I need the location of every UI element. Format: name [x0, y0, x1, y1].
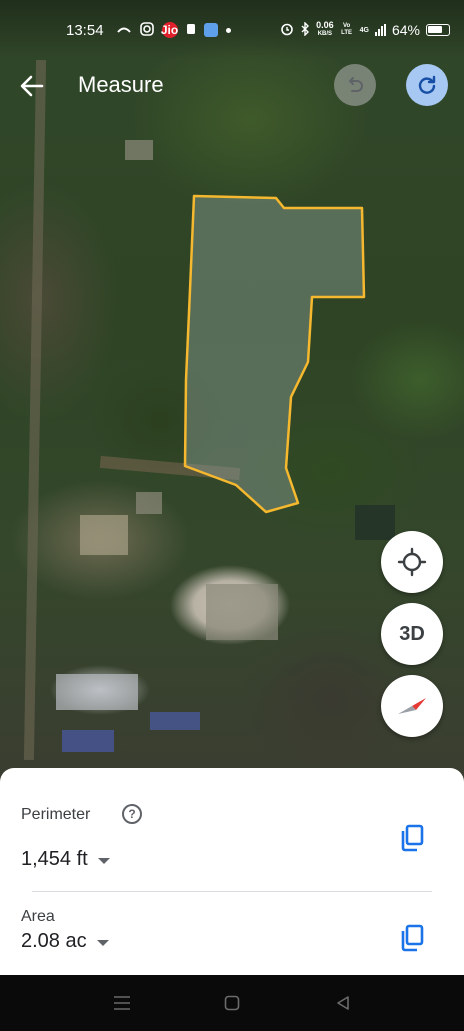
status-bar: 13:54 Jio 0.06 KB/S Vo LTE 4G 64% [0, 0, 464, 60]
net-speed-unit: KB/S [317, 31, 333, 37]
status-time: 13:54 [66, 21, 104, 39]
my-location-button[interactable] [381, 531, 443, 593]
battery-percent: 64% [391, 22, 420, 38]
undo-button[interactable] [334, 64, 376, 106]
network-type: 4G [359, 26, 369, 34]
copy-area-button[interactable] [396, 922, 428, 954]
divider [32, 891, 432, 892]
volte-badge: Vo LTE [341, 23, 353, 36]
signal-icon [374, 24, 386, 36]
area-value: 2.08 ac [21, 930, 87, 952]
back-button[interactable] [18, 72, 54, 100]
compass-icon [398, 698, 426, 714]
home-icon [224, 995, 240, 1011]
perimeter-value: 1,454 ft [21, 848, 88, 870]
system-nav-bar [0, 975, 464, 1031]
crosshair-icon [397, 547, 427, 577]
copy-perimeter-button[interactable] [396, 822, 428, 854]
copy-icon [401, 924, 424, 952]
toggle-3d-button[interactable]: 3D [381, 603, 443, 665]
arrow-left-icon [20, 75, 44, 97]
undo-icon [349, 77, 363, 92]
instagram-icon [139, 21, 154, 39]
help-icon[interactable]: ? [122, 804, 142, 824]
area-label: Area [21, 908, 55, 925]
call-forward-icon [116, 23, 132, 38]
jio-icon: Jio [160, 22, 179, 38]
dot-icon [225, 27, 231, 33]
chevron-down-icon [96, 939, 109, 946]
menu-nav-button[interactable] [111, 993, 133, 1013]
sim-icon [186, 23, 196, 38]
measure-overlay [183, 194, 366, 514]
app-bar: Measure [0, 60, 464, 112]
satellite-map[interactable] [0, 0, 464, 790]
page-title: Measure [78, 72, 164, 97]
measurement-sheet: Perimeter ? 1,454 ft Area 2.08 ac [0, 768, 464, 978]
back-triangle-icon [337, 996, 349, 1010]
home-nav-button[interactable] [221, 993, 243, 1013]
net-speed-value: 0.06 [316, 20, 334, 30]
back-nav-button[interactable] [332, 993, 354, 1013]
copy-icon [401, 824, 424, 852]
chevron-down-icon [97, 857, 110, 864]
redo-button[interactable] [406, 64, 448, 106]
menu-icon [114, 996, 130, 1010]
perimeter-label: Perimeter [21, 806, 91, 823]
measured-area-polygon [183, 194, 366, 514]
battery-icon [426, 24, 450, 36]
bluetooth-icon [300, 20, 310, 39]
compass-button[interactable] [381, 675, 443, 737]
redo-icon [418, 75, 436, 94]
net-speed: 0.06 KB/S [316, 21, 334, 39]
area-value-dropdown[interactable]: 2.08 ac [21, 930, 109, 953]
alarm-icon [280, 22, 294, 39]
app-icon [203, 23, 218, 37]
perimeter-value-dropdown[interactable]: 1,454 ft [21, 848, 110, 871]
